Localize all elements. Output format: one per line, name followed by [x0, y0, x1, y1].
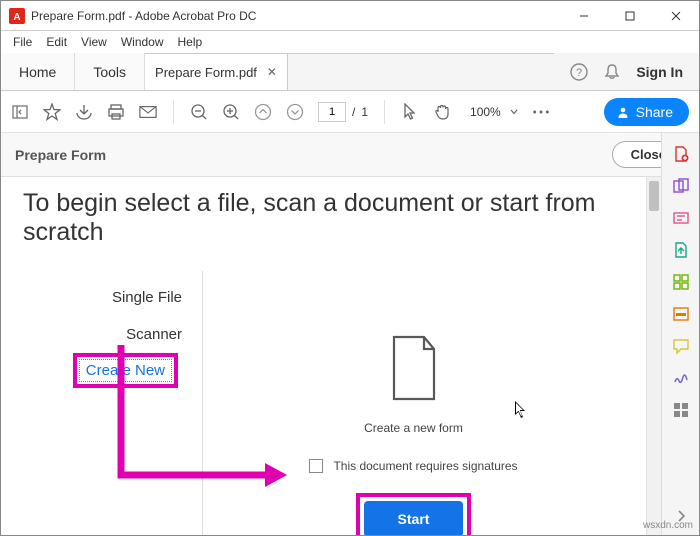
share-button[interactable]: Share [604, 98, 689, 126]
close-window-button[interactable] [653, 1, 699, 31]
workarea: To begin select a file, scan a document … [1, 177, 661, 535]
page-title: Prepare Form [15, 147, 106, 163]
menubar: File Edit View Window Help [1, 31, 699, 53]
app-icon: A [9, 8, 25, 24]
toolbar: / 1 100% Share [1, 91, 699, 133]
watermark: wsxdn.com [643, 520, 693, 531]
star-icon[interactable] [43, 103, 61, 121]
redact-icon[interactable] [672, 305, 690, 323]
organize-icon[interactable] [672, 273, 690, 291]
option-scanner[interactable]: Scanner [23, 316, 202, 353]
create-pdf-icon[interactable] [672, 145, 690, 163]
vertical-scrollbar[interactable] [646, 177, 661, 535]
new-document-icon [386, 333, 442, 403]
tab-home[interactable]: Home [1, 53, 75, 90]
chevron-down-icon [510, 109, 518, 115]
signatures-checkbox-label: This document requires signatures [333, 459, 517, 473]
menu-help[interactable]: Help [172, 33, 209, 51]
annotation-highlight-start: Start [356, 493, 472, 535]
page-sep: / [352, 105, 355, 119]
headline: To begin select a file, scan a document … [23, 189, 624, 247]
option-create-new[interactable]: Create New [79, 359, 172, 382]
page-current-input[interactable] [318, 102, 346, 122]
sign-icon[interactable] [672, 369, 690, 387]
sub-header: Prepare Form Close [1, 133, 699, 177]
combine-icon[interactable] [672, 177, 690, 195]
option-single-file[interactable]: Single File [23, 279, 202, 316]
zoom-select[interactable]: 100% [465, 102, 518, 122]
main-content: To begin select a file, scan a document … [1, 177, 646, 535]
more-icon[interactable] [532, 103, 550, 121]
minimize-button[interactable] [561, 1, 607, 31]
signatures-checkbox[interactable] [309, 459, 323, 473]
print-icon[interactable] [107, 103, 125, 121]
help-icon[interactable]: ? [570, 63, 588, 81]
export-icon[interactable] [672, 241, 690, 259]
select-tool-icon[interactable] [401, 103, 419, 121]
zoom-value: 100% [465, 102, 506, 122]
page-down-icon[interactable] [286, 103, 304, 121]
svg-text:A: A [13, 12, 20, 23]
annotation-highlight-create-new: Create New [73, 353, 178, 388]
page-counter: / 1 [318, 102, 368, 122]
share-label: Share [636, 104, 673, 120]
zoom-out-icon[interactable] [190, 103, 208, 121]
tabbar: Home Tools Prepare Form.pdf ✕ ? Sign In [1, 53, 699, 91]
sidebar-toggle-icon[interactable] [11, 103, 29, 121]
mail-icon[interactable] [139, 103, 157, 121]
document-tab[interactable]: Prepare Form.pdf ✕ [145, 53, 288, 90]
start-button[interactable]: Start [364, 501, 464, 535]
scrollbar-thumb[interactable] [649, 181, 659, 211]
bell-icon[interactable] [604, 63, 620, 81]
menu-edit[interactable]: Edit [40, 33, 73, 51]
more-tools-icon[interactable] [672, 401, 690, 419]
menu-window[interactable]: Window [115, 33, 170, 51]
hand-tool-icon[interactable] [433, 103, 451, 121]
svg-text:?: ? [576, 67, 582, 79]
titlebar: A Prepare Form.pdf - Adobe Acrobat Pro D… [1, 1, 699, 31]
option-detail-pane: Create a new form This document requires… [203, 271, 624, 535]
sign-in-button[interactable]: Sign In [636, 64, 683, 80]
comment-icon[interactable] [672, 337, 690, 355]
save-icon[interactable] [75, 103, 93, 121]
tab-tools[interactable]: Tools [75, 53, 145, 90]
source-options-list: Single File Scanner Create New [23, 271, 203, 535]
zoom-in-icon[interactable] [222, 103, 240, 121]
menu-file[interactable]: File [7, 33, 38, 51]
maximize-button[interactable] [607, 1, 653, 31]
edit-icon[interactable] [672, 209, 690, 227]
window-title: Prepare Form.pdf - Adobe Acrobat Pro DC [31, 9, 256, 23]
menu-view[interactable]: View [75, 33, 113, 51]
page-total: 1 [361, 105, 368, 119]
right-tool-panel [661, 133, 699, 535]
document-tab-label: Prepare Form.pdf [155, 65, 257, 80]
signatures-checkbox-row[interactable]: This document requires signatures [309, 459, 517, 473]
page-up-icon[interactable] [254, 103, 272, 121]
share-person-icon [616, 105, 630, 119]
option-caption: Create a new form [364, 421, 463, 435]
close-tab-icon[interactable]: ✕ [267, 65, 277, 79]
